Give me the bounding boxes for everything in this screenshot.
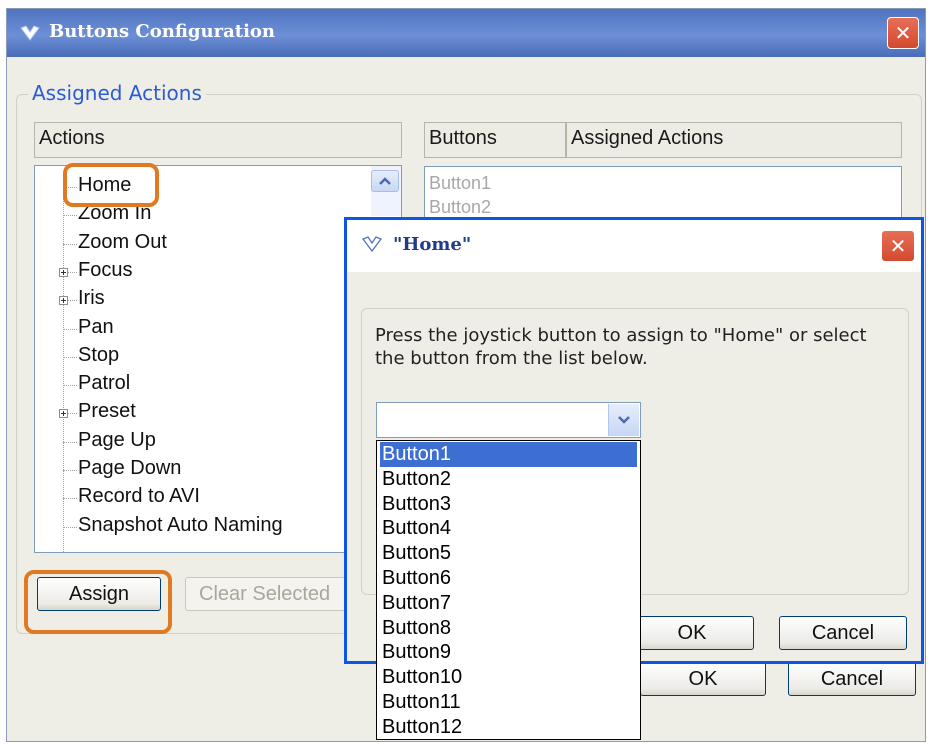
tree-item[interactable]: Page Up [78,429,156,452]
tree-connector [63,243,77,245]
close-icon: ✕ [889,234,907,258]
expand-icon[interactable] [59,296,68,306]
ok-label: OK [688,668,718,690]
tree-item[interactable]: Preset [78,400,136,423]
dropdown-option[interactable]: Button4 [380,516,453,541]
home-highlight-box [63,163,159,207]
ok-label: OK [677,622,707,644]
tree-item[interactable]: Record to AVI [78,485,200,508]
dialog-ok-button[interactable]: OK [630,616,754,650]
main-ok-button[interactable]: OK [640,662,766,696]
tree-connector [63,470,77,471]
tree-item[interactable]: Page Down [78,457,181,480]
assign-highlight-box [24,570,172,634]
tree-connector [63,498,77,500]
dropdown-option[interactable]: Button8 [380,616,453,641]
dropdown-option[interactable]: Button3 [380,492,453,517]
cancel-label: Cancel [820,668,884,690]
dropdown-option[interactable]: Button11 [380,690,463,715]
tree-item[interactable]: Pan [78,316,114,339]
dropdown-option[interactable]: Button7 [380,591,453,616]
clear-selected-label: Clear Selected [199,583,331,605]
tree-item[interactable]: Patrol [78,372,130,395]
chevron-down-icon [618,416,630,424]
dialog-message: Press the joystick button to assign to "… [375,325,867,369]
close-icon: ✕ [894,21,912,45]
tree-item[interactable]: Focus [78,259,132,282]
dialog-cancel-button[interactable]: Cancel [779,616,907,650]
window-title: Buttons Configuration [49,21,275,42]
chevron-up-icon [379,177,391,185]
dropdown-option[interactable]: Button5 [380,541,453,566]
tree-connector [63,356,77,358]
dialog-titlebar[interactable]: "Home" ✕ [347,220,921,272]
main-cancel-button[interactable]: Cancel [788,662,916,696]
buttons-header[interactable]: Buttons [424,122,566,158]
tree-item[interactable]: Iris [78,287,105,310]
main-titlebar[interactable]: Buttons Configuration ✕ [7,9,925,57]
button-options-list[interactable]: Button1 Button2 Button3 Button4 Button5 Butto… [376,440,641,740]
dialog-title: "Home" [393,234,472,255]
dropdown-option[interactable]: Button12 [380,715,464,740]
dropdown-option[interactable]: Button6 [380,566,453,591]
close-button[interactable]: ✕ [887,17,919,49]
dropdown-option[interactable]: Button1 [380,442,637,467]
tree-connector [63,526,77,528]
dialog-close-button[interactable]: ✕ [881,230,915,262]
dropdown-option[interactable]: Button10 [380,665,464,690]
list-item[interactable]: Button2 [429,197,491,218]
button-select-combo[interactable] [376,402,641,438]
actions-header[interactable]: Actions [34,122,402,158]
assigned-actions-header[interactable]: Assigned Actions [566,122,902,158]
tree-item[interactable]: Snapshot Auto Naming [78,514,283,537]
dialog-logo-icon [361,236,383,253]
scroll-up-button[interactable] [371,170,399,192]
tree-connector [63,328,77,330]
tree-item[interactable]: Zoom Out [78,231,167,254]
clear-selected-button[interactable]: Clear Selected [185,577,355,611]
tree-item[interactable]: Stop [78,344,119,367]
dropdown-option[interactable]: Button9 [380,640,453,665]
combo-dropdown-button[interactable] [608,404,639,436]
tree-connector [63,215,77,217]
tree-connector [63,441,77,443]
cancel-label: Cancel [811,622,875,644]
group-title: Assigned Actions [28,81,206,105]
dropdown-option[interactable]: Button2 [380,467,453,492]
tree-connector [63,385,77,387]
app-logo-icon [20,25,40,41]
expand-icon[interactable] [59,409,68,419]
expand-icon[interactable] [59,267,68,277]
list-item[interactable]: Button1 [429,173,491,194]
